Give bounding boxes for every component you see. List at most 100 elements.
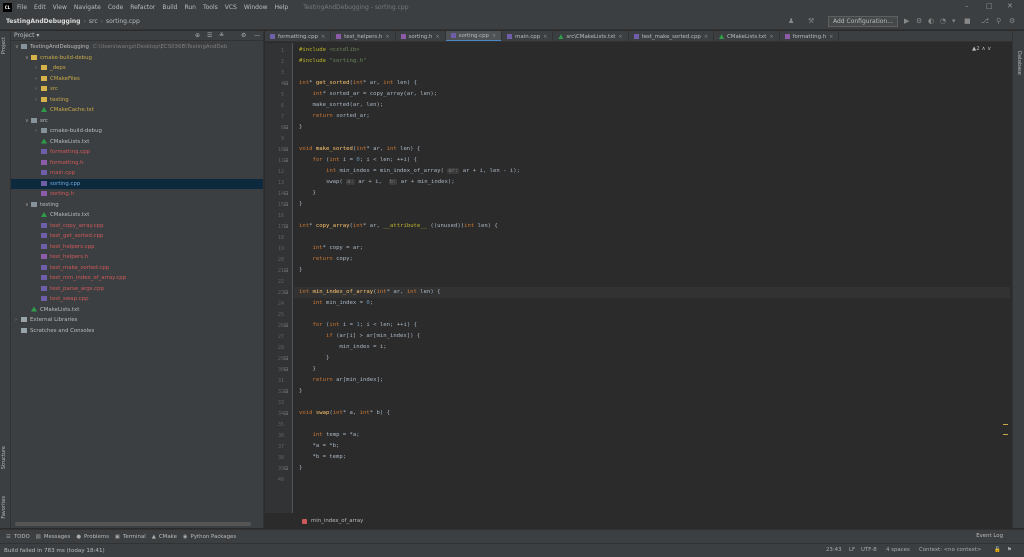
fold-marker-icon[interactable]: ⊟	[284, 323, 288, 329]
line-number[interactable]: 25	[278, 312, 284, 318]
code-line[interactable]: make_sorted(ar, len);	[299, 100, 383, 111]
code-line[interactable]: int min_index = min_index_of_array( ar: …	[299, 166, 520, 177]
line-number[interactable]: 38	[278, 455, 284, 461]
tree-item[interactable]: Scratches and Consoles	[11, 326, 263, 337]
indent-setting[interactable]: 4 spaces	[886, 547, 910, 553]
close-button[interactable]: ✕	[1007, 2, 1013, 10]
tree-item[interactable]: sorting.cpp	[11, 178, 263, 189]
fold-marker-icon[interactable]: ⊟	[284, 466, 288, 472]
close-tab-icon[interactable]: ×	[492, 33, 496, 39]
code-line[interactable]: int* copy_array(int* ar, __attribute__ (…	[299, 221, 498, 232]
code-line[interactable]: int min_index = 0;	[299, 298, 373, 309]
editor-tab[interactable]: sorting.cpp ×	[445, 31, 503, 41]
tree-item[interactable]: › External Libraries	[11, 315, 263, 326]
line-number[interactable]: 5	[281, 92, 284, 98]
tree-item[interactable]: › testing	[11, 95, 263, 106]
line-number[interactable]: 28	[278, 345, 284, 351]
tree-item[interactable]: test_helpers.h	[11, 252, 263, 263]
error-stripe-mark[interactable]	[1003, 434, 1008, 435]
tree-item[interactable]: formatting.cpp	[11, 147, 263, 158]
menu-run[interactable]: Run	[184, 4, 196, 11]
run-more-icon[interactable]: ▾	[952, 17, 956, 25]
line-number[interactable]: 9	[281, 136, 284, 142]
user-icon[interactable]: ♟	[788, 17, 794, 25]
project-view-selector[interactable]: Project ▾	[14, 32, 39, 39]
editor-tab[interactable]: src\CMakeLists.txt ×	[553, 31, 629, 41]
line-number[interactable]: 13	[278, 180, 284, 186]
tree-item[interactable]: › CMakeFiles	[11, 74, 263, 85]
tree-item[interactable]: ∨ TestingAndDebugging C:\Users\wangz\Deskt…	[11, 42, 263, 53]
tree-item[interactable]: main.cpp	[11, 168, 263, 179]
hammer-icon[interactable]: ⚒	[808, 17, 814, 25]
tree-item[interactable]: test_copy_array.cpp	[11, 221, 263, 232]
close-tab-icon[interactable]: ×	[618, 34, 622, 40]
editor-tab[interactable]: main.cpp ×	[502, 31, 554, 41]
tree-item[interactable]: CMakeCache.txt	[11, 105, 263, 116]
tree-item[interactable]: test_get_sorted.cpp	[11, 231, 263, 242]
hide-panel-icon[interactable]: —	[254, 32, 260, 39]
menu-help[interactable]: Help	[275, 4, 289, 11]
line-number[interactable]: 22	[278, 279, 284, 285]
tree-item[interactable]: ∨ cmake-build-debug	[11, 53, 263, 64]
error-stripe-mark[interactable]	[1003, 424, 1008, 425]
line-number[interactable]: 1	[281, 48, 284, 54]
line-number[interactable]: 7	[281, 114, 284, 120]
bottom-tab-todo[interactable]: ☰ TODO	[6, 534, 30, 540]
editor-tab[interactable]: test_helpers.h ×	[331, 31, 396, 41]
fold-marker-icon[interactable]: ⊟	[284, 290, 288, 296]
line-number[interactable]: 16	[278, 213, 284, 219]
breadcrumb-src[interactable]: src	[89, 18, 98, 25]
breadcrumb-project[interactable]: TestingAndDebugging	[6, 18, 80, 25]
fold-marker-icon[interactable]: ⊟	[284, 356, 288, 362]
inspection-widget[interactable]: ▲2 ∧ ∨	[972, 46, 991, 52]
run-icon[interactable]: ▶	[904, 17, 909, 25]
menu-build[interactable]: Build	[162, 4, 177, 11]
close-tab-icon[interactable]: ×	[543, 34, 547, 40]
line-number[interactable]: 27	[278, 334, 284, 340]
fold-marker-icon[interactable]: ⊟	[284, 158, 288, 164]
context-selector[interactable]: Context: <no context>	[919, 547, 981, 553]
line-number[interactable]: 40	[278, 477, 284, 483]
tool-tab-favorites[interactable]: Favorites	[1, 496, 7, 519]
code-line[interactable]: int* get_sorted(int* ar, int len) {	[299, 78, 417, 89]
add-configuration-button[interactable]: Add Configuration...	[828, 16, 898, 27]
code-line[interactable]: return sorted_ar;	[299, 111, 369, 122]
line-number[interactable]: 2	[281, 59, 284, 65]
line-number[interactable]: 36	[278, 433, 284, 439]
menu-file[interactable]: File	[17, 4, 27, 11]
close-tab-icon[interactable]: ×	[385, 34, 389, 40]
code-line[interactable]: }	[299, 265, 302, 276]
tree-item[interactable]: › src	[11, 84, 263, 95]
code-line[interactable]: int* sorted_ar = copy_array(ar, len);	[299, 89, 437, 100]
code-line[interactable]: swap( a: ar + i, b: ar + min_index);	[299, 177, 455, 188]
stop-icon[interactable]: ■	[964, 17, 971, 25]
menu-view[interactable]: View	[53, 4, 67, 11]
locate-icon[interactable]: ⊕	[195, 32, 200, 39]
fold-marker-icon[interactable]: ⊟	[284, 367, 288, 373]
vcs-icon[interactable]: ⎇	[981, 17, 989, 25]
editor-tab[interactable]: formatting.cpp ×	[265, 31, 332, 41]
coverage-icon[interactable]: ◐	[928, 17, 934, 25]
bottom-tab-messages[interactable]: ▤ Messages	[36, 534, 71, 540]
code-line[interactable]: }	[299, 122, 302, 133]
fold-marker-icon[interactable]: ⊟	[284, 81, 288, 87]
code-line[interactable]: }	[299, 364, 315, 375]
tree-item[interactable]: test_min_index_of_array.cpp	[11, 273, 263, 284]
close-tab-icon[interactable]: ×	[321, 34, 325, 40]
menu-window[interactable]: Window	[244, 4, 268, 11]
fold-marker-icon[interactable]: ⊟	[284, 125, 288, 131]
line-number[interactable]: 12	[278, 169, 284, 175]
caret-position[interactable]: 23:43	[826, 547, 842, 553]
line-number[interactable]: 33	[278, 400, 284, 406]
line-number[interactable]: 18	[278, 235, 284, 241]
file-encoding[interactable]: UTF-8	[861, 547, 877, 553]
menu-edit[interactable]: Edit	[34, 4, 46, 11]
menu-vcs[interactable]: VCS	[225, 4, 237, 11]
line-number[interactable]: 20	[278, 257, 284, 263]
tree-item[interactable]: CMakeLists.txt	[11, 137, 263, 148]
search-icon[interactable]: ⚲	[996, 17, 1001, 25]
editor-tab[interactable]: sorting.h ×	[396, 31, 446, 41]
code-line[interactable]: if (ar[i] > ar[min_index]) {	[299, 331, 420, 342]
tool-tab-structure[interactable]: Structure	[1, 446, 7, 469]
bottom-tab-python-packages[interactable]: ◉ Python Packages	[183, 534, 236, 540]
